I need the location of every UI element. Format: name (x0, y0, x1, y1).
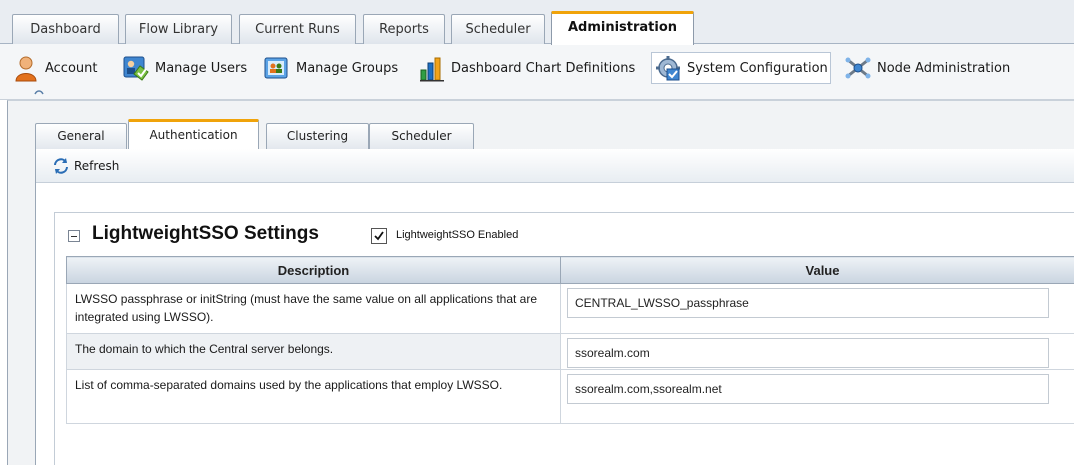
collapse-icon[interactable] (68, 230, 80, 242)
toolbar-system-configuration-label: System Configuration (687, 60, 828, 76)
tab-clustering[interactable]: Clustering (266, 123, 369, 150)
tab-dashboard[interactable]: Dashboard (12, 14, 119, 44)
section-title: LightweightSSO Settings (92, 223, 319, 244)
lightweightsso-enabled-label: LightweightSSO Enabled (396, 229, 519, 241)
tab-scheduler-sub[interactable]: Scheduler (369, 123, 474, 150)
table-row: The domain to which the Central server b… (66, 333, 1074, 370)
account-icon (12, 54, 40, 82)
setting-description: The domain to which the Central server b… (66, 333, 561, 370)
tab-reports[interactable]: Reports (363, 14, 445, 44)
toolbar-node-administration-label: Node Administration (877, 60, 1011, 76)
refresh-button[interactable]: Refresh (74, 159, 119, 173)
table-row: List of comma-separated domains used by … (66, 369, 1074, 424)
manage-groups-icon (263, 54, 291, 82)
top-navigation-tabs: Dashboard Flow Library Current Runs Repo… (0, 0, 1074, 45)
toolbar-manage-groups-label: Manage Groups (296, 60, 399, 76)
table-row: LWSSO passphrase or initString (must hav… (66, 283, 1074, 334)
main-frame: General Authentication Clustering Schedu… (7, 100, 1074, 465)
settings-table: Description Value LWSSO passphrase or in… (66, 256, 1074, 424)
chart-icon (418, 54, 446, 82)
toolbar-manage-groups-button[interactable]: Manage Groups (263, 52, 398, 84)
toolbar-account-button[interactable]: Account (12, 52, 98, 84)
lightweightsso-settings-section: LightweightSSO Settings LightweightSSO E… (54, 212, 1074, 465)
setting-value-cell: ssorealm.com (560, 333, 1074, 370)
domain-field[interactable]: ssorealm.com (567, 338, 1049, 368)
lightweightsso-enabled-checkbox[interactable] (371, 228, 387, 244)
tab-general[interactable]: General (35, 123, 127, 150)
tab-scheduler[interactable]: Scheduler (451, 14, 545, 44)
column-header-description: Description (66, 256, 561, 284)
tab-flow-library[interactable]: Flow Library (125, 14, 232, 44)
tab-administration[interactable]: Administration (551, 11, 694, 45)
toolbar-manage-users-button[interactable]: Manage Users (122, 52, 247, 84)
admin-toolbar: Account Manage Users Manage Groups Dashb… (0, 44, 1074, 100)
tab-authentication[interactable]: Authentication (128, 119, 259, 150)
refresh-bar: Refresh (36, 149, 1074, 183)
domains-list-field[interactable]: ssorealm.com,ssorealm.net (567, 374, 1049, 404)
system-configuration-icon (654, 54, 682, 82)
table-header-row: Description Value (66, 256, 1074, 284)
refresh-icon[interactable] (52, 157, 70, 175)
setting-description: LWSSO passphrase or initString (must hav… (66, 283, 561, 334)
toolbar-node-administration-button[interactable]: Node Administration (844, 52, 1010, 84)
lwsso-passphrase-field[interactable]: CENTRAL_LWSSO_passphrase (567, 288, 1049, 318)
node-administration-icon (844, 54, 872, 82)
toolbar-overflow-marker (34, 86, 44, 96)
manage-users-icon (122, 54, 150, 82)
toolbar-dashboard-chart-definitions-button[interactable]: Dashboard Chart Definitions (418, 52, 635, 84)
toolbar-manage-users-label: Manage Users (155, 60, 248, 76)
setting-value-cell: CENTRAL_LWSSO_passphrase (560, 283, 1074, 334)
configuration-sub-tabs: General Authentication Clustering Schedu… (35, 119, 1074, 150)
toolbar-account-label: Account (45, 60, 98, 76)
toolbar-system-configuration-button[interactable]: System Configuration (651, 52, 831, 84)
tab-current-runs[interactable]: Current Runs (239, 14, 356, 44)
authentication-panel: Refresh LightweightSSO Settings Lightwei… (35, 149, 1074, 465)
section-header: LightweightSSO Settings LightweightSSO E… (55, 213, 1074, 259)
toolbar-dashboard-chart-definitions-label: Dashboard Chart Definitions (451, 60, 636, 76)
setting-value-cell: ssorealm.com,ssorealm.net (560, 369, 1074, 424)
setting-description: List of comma-separated domains used by … (66, 369, 561, 424)
column-header-value: Value (560, 256, 1074, 284)
